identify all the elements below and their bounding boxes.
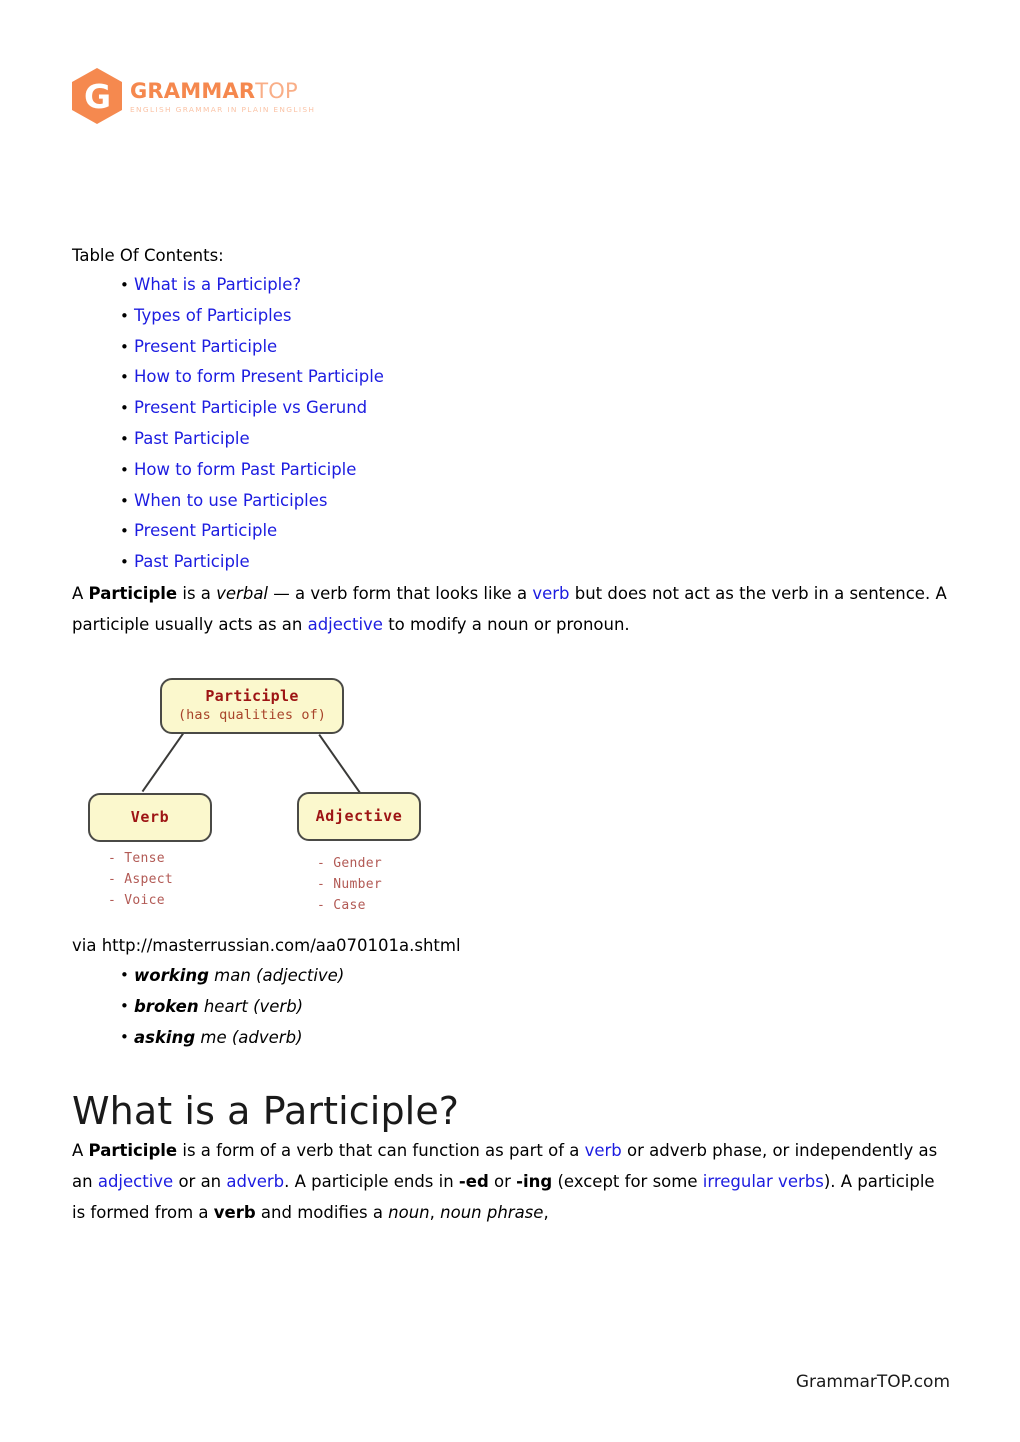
text-run: is a form of a verb that can function as… [177, 1140, 585, 1160]
table-of-contents-list: What is a Participle? Types of Participl… [72, 270, 952, 578]
link-verb[interactable]: verb [585, 1141, 622, 1160]
hexagon-logo-icon: G [72, 68, 122, 124]
term-participle: Participle [88, 583, 178, 603]
toc-item[interactable]: What is a Participle? [72, 270, 952, 301]
toc-link[interactable]: When to use Participles [134, 491, 328, 510]
term-noun: noun [388, 1202, 430, 1222]
text-run: A [72, 1140, 89, 1160]
page-footer: GrammarTOP.com [795, 1372, 950, 1392]
toc-item[interactable]: When to use Participles [72, 486, 952, 517]
diagram-node-label: Verb [130, 808, 170, 827]
logo-tagline: ENGLISH GRAMMAR IN PLAIN ENGLISH [130, 104, 316, 114]
toc-link[interactable]: Present Participle [134, 337, 277, 356]
toc-link[interactable]: Past Participle [134, 552, 250, 571]
link-irregular-verbs[interactable]: irregular verbs [703, 1172, 824, 1191]
example-term: working [134, 965, 209, 985]
toc-item[interactable]: Types of Participles [72, 301, 952, 332]
diagram-node-adjective: Adjective [297, 791, 421, 841]
document-content: Table Of Contents: What is a Participle?… [72, 244, 952, 1228]
example-term: broken [134, 996, 199, 1016]
toc-link[interactable]: What is a Participle? [134, 275, 301, 294]
list-item: asking me (adverb) [72, 1022, 952, 1053]
text-run: to modify a noun or pronoun. [382, 614, 630, 634]
term-verbal: verbal [216, 583, 269, 603]
diagram-node-title: Participle [205, 686, 299, 705]
text-run: , [429, 1202, 441, 1222]
toc-item[interactable]: Present Participle vs Gerund [72, 393, 952, 424]
link-adjective[interactable]: adjective [98, 1172, 173, 1191]
text-run: is a [177, 583, 217, 603]
toc-link[interactable]: Present Participle [134, 521, 277, 540]
suffix-ing: -ing [516, 1171, 553, 1191]
examples-list: working man (adjective) broken heart (ve… [72, 960, 952, 1053]
toc-link[interactable]: Present Participle vs Gerund [134, 398, 367, 417]
term-participle: Participle [88, 1140, 178, 1160]
logo-wordmark-row: GRAMMAR TOP [130, 78, 315, 103]
participle-diagram: Participle (has qualities of) Verb Adjec… [80, 664, 440, 916]
connector-line-right [318, 733, 361, 793]
logo-letter-g: G [83, 76, 111, 116]
toc-title: Table Of Contents: [72, 246, 224, 265]
text-run: or [488, 1171, 517, 1191]
toc-link[interactable]: How to form Present Participle [134, 367, 384, 386]
image-source-attribution: via http://masterrussian.com/aa070101a.s… [72, 935, 461, 955]
example-rest: heart (verb) [198, 996, 304, 1016]
example-rest: man (adjective) [208, 965, 345, 985]
term-noun-phrase: noun phrase [440, 1202, 544, 1222]
toc-item[interactable]: Present Participle [72, 516, 952, 547]
example-rest: me (adverb) [195, 1027, 303, 1047]
diagram-node-subtitle: (has qualities of) [177, 706, 327, 723]
toc-link[interactable]: Past Participle [134, 429, 250, 448]
toc-item[interactable]: Past Participle [72, 424, 952, 455]
text-run: or an [173, 1171, 227, 1191]
link-verb[interactable]: verb [532, 584, 569, 603]
body-paragraph: A Participle is a form of a verb that ca… [72, 1135, 952, 1228]
diagram-node-verb: Verb [88, 792, 212, 842]
text-run: . A participle ends in [284, 1171, 459, 1191]
link-adverb[interactable]: adverb [226, 1172, 284, 1191]
list-item: working man (adjective) [72, 960, 952, 991]
text-run: (except for some [552, 1171, 703, 1191]
logo-word-grammar: GRAMMAR [130, 78, 256, 103]
document-page: G GRAMMAR TOP ENGLISH GRAMMAR IN PLAIN EN… [0, 0, 1020, 1442]
link-adjective[interactable]: adjective [308, 615, 383, 634]
diagram-node-participle: Participle (has qualities of) [160, 677, 344, 734]
text-run: — a verb form that looks like a [268, 583, 533, 603]
site-logo[interactable]: G GRAMMAR TOP ENGLISH GRAMMAR IN PLAIN EN… [72, 68, 315, 124]
list-item: broken heart (verb) [72, 991, 952, 1022]
diagram-node-label: Adjective [315, 807, 403, 826]
toc-link[interactable]: Types of Participles [134, 306, 292, 325]
diagram-adjective-attributes: - Gender - Number - Case [317, 855, 383, 913]
connector-line-left [142, 733, 184, 793]
logo-word-top: TOP [255, 78, 298, 103]
intro-paragraph: A Participle is a verbal — a verb form t… [72, 578, 952, 640]
suffix-ed: -ed [458, 1171, 489, 1191]
term-verb: verb [213, 1202, 256, 1222]
page-title: What is a Participle? [72, 1088, 460, 1133]
text-run: A [72, 583, 89, 603]
toc-link[interactable]: How to form Past Participle [134, 460, 356, 479]
diagram-verb-attributes: - Tense - Aspect - Voice [108, 850, 174, 908]
toc-item[interactable]: How to form Past Participle [72, 455, 952, 486]
logo-wordmark: GRAMMAR TOP ENGLISH GRAMMAR IN PLAIN ENGL… [130, 79, 315, 114]
text-run: and modifies a [255, 1202, 389, 1222]
text-run: , [543, 1202, 549, 1222]
example-term: asking [134, 1027, 196, 1047]
toc-item[interactable]: How to form Present Participle [72, 362, 952, 393]
toc-item[interactable]: Present Participle [72, 332, 952, 363]
toc-item[interactable]: Past Participle [72, 547, 952, 578]
